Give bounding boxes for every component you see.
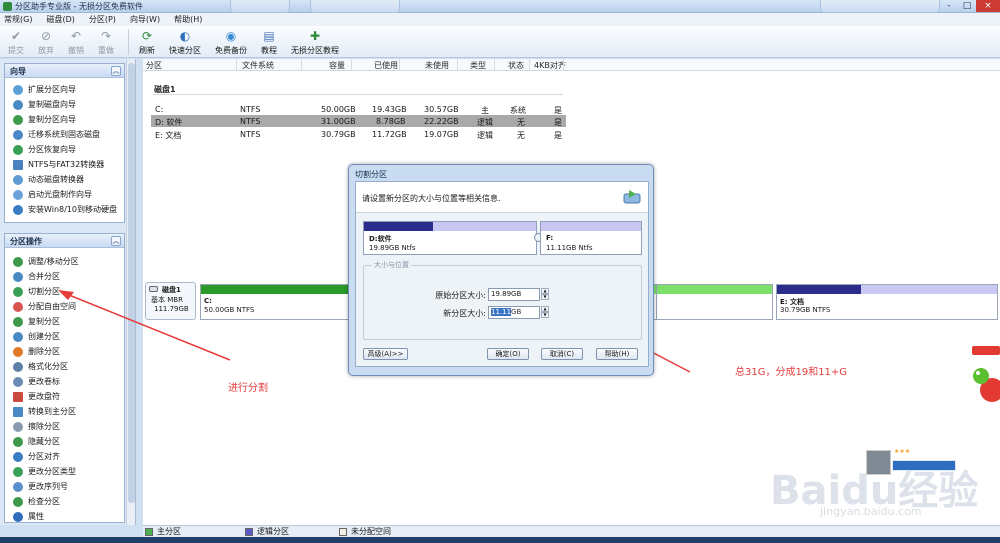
ok-button[interactable]: 确定(O) xyxy=(487,348,529,360)
original-size-input[interactable]: 19.89GB xyxy=(488,288,540,301)
advanced-button[interactable]: 高级(A)>> xyxy=(363,348,408,360)
left-partition-name: D:软件 xyxy=(369,235,392,243)
right-partition-name: F: xyxy=(546,234,554,242)
annotation-right: 总31G，分成19和11+G xyxy=(735,367,848,378)
annotation-left: 进行分割 xyxy=(228,383,268,394)
dialog-message: 请设置新分区的大小与位置等相关信息. xyxy=(362,194,501,203)
left-partition-size: 19.89GB Ntfs xyxy=(369,244,416,252)
new-size-selected-value: 11.11 xyxy=(491,308,512,316)
dialog-title: 切割分区 xyxy=(355,170,387,179)
new-size-row: 新分区大小: 11.11GB ▲ ▼ xyxy=(364,306,643,319)
dialog-header: 请设置新分区的大小与位置等相关信息. xyxy=(356,182,648,213)
right-partition-size: 11.11GB Ntfs xyxy=(546,244,593,252)
split-disk-icon xyxy=(623,190,641,204)
spin-down-icon[interactable]: ▼ xyxy=(541,294,549,300)
group-label: 大小与位置 xyxy=(372,260,411,270)
usage-bar xyxy=(541,222,641,231)
arrow-line-left xyxy=(63,292,231,361)
new-size-label: 新分区大小: xyxy=(443,309,486,318)
cancel-button[interactable]: 取消(C) xyxy=(541,348,583,360)
size-position-group: 大小与位置 原始分区大小: 19.89GB ▲ ▼ 新分区大小: 11.11GB … xyxy=(363,260,643,340)
right-partition-preview[interactable]: F: 11.11GB Ntfs xyxy=(540,221,642,255)
new-size-spinner[interactable]: ▲ ▼ xyxy=(541,306,549,319)
new-size-unit: GB xyxy=(511,308,522,316)
original-size-label: 原始分区大小: xyxy=(435,291,486,300)
left-partition-preview[interactable]: D:软件 19.89GB Ntfs xyxy=(363,221,537,255)
original-size-row: 原始分区大小: 19.89GB ▲ ▼ xyxy=(364,288,643,301)
new-size-input[interactable]: 11.11GB xyxy=(488,306,540,319)
original-size-spinner[interactable]: ▲ ▼ xyxy=(541,288,549,301)
split-partition-dialog: 切割分区 请设置新分区的大小与位置等相关信息. D:软件 19.89GB Ntf… xyxy=(348,164,654,376)
help-button[interactable]: 帮助(H) xyxy=(596,348,638,360)
usage-fill xyxy=(364,222,433,231)
dialog-body: 请设置新分区的大小与位置等相关信息. D:软件 19.89GB Ntfs F: … xyxy=(355,181,649,367)
spin-down-icon[interactable]: ▼ xyxy=(541,312,549,318)
arrow-head-left xyxy=(58,290,74,300)
